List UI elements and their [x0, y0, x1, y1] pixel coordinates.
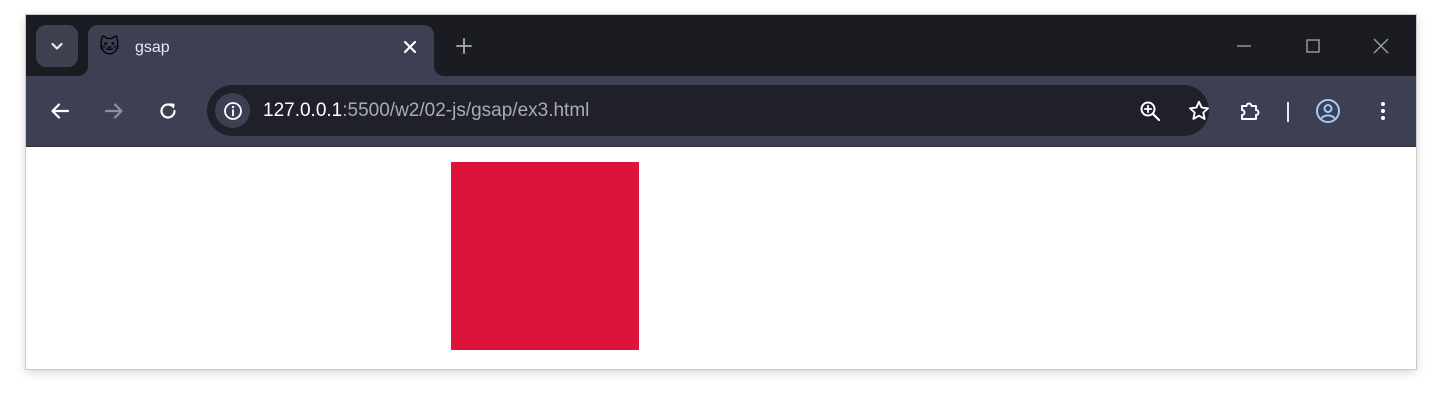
more-vertical-icon	[1381, 102, 1385, 120]
minimize-button[interactable]	[1231, 33, 1257, 59]
address-bar[interactable]: 127.0.0.1:5500/w2/02-js/gsap/ex3.html	[207, 85, 1209, 136]
reload-icon	[160, 103, 176, 119]
url-path: :5500/w2/02-js/gsap/ex3.html	[342, 100, 590, 121]
bookmark-button[interactable]	[1186, 98, 1212, 124]
extensions-button[interactable]	[1237, 98, 1263, 124]
arrow-left-icon	[51, 103, 70, 119]
zoom-in-icon	[1140, 101, 1161, 122]
page-viewport	[26, 147, 1416, 369]
browser-window: 🐱 gsap 127.0.0.1:5500/w2/02-js/gsap/ex3.…	[26, 15, 1416, 369]
maximize-icon	[1306, 39, 1320, 53]
chevron-down-icon	[51, 42, 63, 50]
forward-button[interactable]	[101, 98, 127, 124]
plus-icon	[456, 38, 472, 54]
back-button[interactable]	[47, 98, 73, 124]
animated-red-box	[451, 162, 639, 350]
tab-close-button[interactable]	[398, 35, 422, 59]
arrow-right-icon	[104, 103, 123, 119]
tab-active[interactable]: 🐱 gsap	[88, 25, 434, 76]
tab-favicon: 🐱	[99, 34, 120, 58]
url-text[interactable]: 127.0.0.1:5500/w2/02-js/gsap/ex3.html	[263, 100, 589, 122]
tab-search-button[interactable]	[36, 25, 78, 67]
close-window-button[interactable]	[1368, 33, 1394, 59]
profile-button[interactable]	[1315, 98, 1341, 124]
minimize-icon	[1237, 45, 1251, 47]
zoom-button[interactable]	[1137, 98, 1163, 124]
menu-button[interactable]	[1370, 98, 1396, 124]
url-host: 127.0.0.1	[263, 100, 343, 121]
close-icon	[1373, 38, 1389, 54]
site-info-button[interactable]	[215, 93, 250, 128]
info-icon	[223, 101, 242, 120]
toolbar: 127.0.0.1:5500/w2/02-js/gsap/ex3.html	[26, 76, 1416, 147]
new-tab-button[interactable]	[452, 34, 476, 58]
account-circle-icon	[1316, 99, 1340, 123]
puzzle-icon	[1241, 102, 1260, 120]
maximize-button[interactable]	[1300, 33, 1326, 59]
toolbar-divider	[1287, 102, 1289, 122]
star-icon	[1189, 100, 1209, 120]
tab-title: gsap	[135, 39, 170, 56]
reload-button[interactable]	[155, 98, 181, 124]
close-icon	[403, 40, 417, 54]
tab-strip: 🐱 gsap	[26, 15, 1416, 76]
